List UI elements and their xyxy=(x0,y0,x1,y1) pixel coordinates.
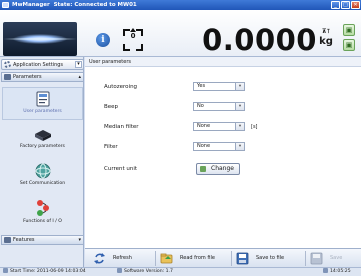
filter-select[interactable]: None ▾ xyxy=(193,142,245,151)
median-filter-value: None xyxy=(197,123,211,129)
sidebar-item-label: Set Communication xyxy=(19,181,66,186)
current-unit-label: Current unit xyxy=(104,166,138,172)
chevron-down-icon: ▾ xyxy=(235,143,244,150)
chevron-down-icon: ▾ xyxy=(75,61,82,68)
factory-parameters-icon xyxy=(34,130,51,141)
median-filter-label: Median filter xyxy=(104,124,139,130)
toolbar-divider xyxy=(231,251,232,266)
filter-label: Filter xyxy=(104,144,118,150)
start-time-text: Start Time: 2011-06-09 14:03:04 xyxy=(10,269,86,274)
parameters-label: Parameters xyxy=(13,74,42,80)
sidebar: Application Settings ▾ Parameters ▴ User… xyxy=(0,57,84,267)
chevron-up-icon: ▴ xyxy=(78,74,81,80)
close-button[interactable]: ✕ xyxy=(351,1,360,9)
sidebar-item-user-parameters[interactable]: User parameters xyxy=(2,87,83,120)
minimize-button[interactable]: _ xyxy=(331,1,340,9)
status-bar: Start Time: 2011-06-09 14:03:04 Software… xyxy=(0,267,361,276)
refresh-label: Refresh xyxy=(113,255,132,261)
save-to-file-label: Save to file xyxy=(256,255,285,261)
sidebar-item-set-communication[interactable]: Set Communication xyxy=(2,161,83,193)
clock-icon xyxy=(323,268,328,273)
start-time-status: Start Time: 2011-06-09 14:03:04 xyxy=(3,268,86,276)
connection-state: State: Connected to MW01 xyxy=(53,2,137,8)
save-icon xyxy=(310,252,323,265)
parameters-icon xyxy=(4,74,11,80)
window-icon[interactable]: ▣ xyxy=(343,39,355,51)
chevron-down-icon: ▾ xyxy=(235,123,244,130)
software-version-status: Software Version: 1.7 xyxy=(117,268,173,276)
action-toolbar: Refresh Read from file Save to file Save xyxy=(85,248,361,267)
info-button[interactable]: i xyxy=(96,33,110,47)
autozeroing-value: Yes xyxy=(197,83,206,89)
maximize-button[interactable]: □ xyxy=(341,1,350,9)
autozeroing-select[interactable]: Yes ▾ xyxy=(193,82,245,91)
save-label: Save xyxy=(330,255,343,261)
application-settings-label: Application Settings xyxy=(13,62,64,68)
app-icon xyxy=(2,2,9,8)
open-folder-icon xyxy=(160,253,173,264)
breadcrumb: User parameters xyxy=(85,57,361,67)
autozeroing-label: Autozeroing xyxy=(104,84,138,90)
parameters-section-header[interactable]: Parameters ▴ xyxy=(1,72,84,82)
chevron-down-icon: ▾ xyxy=(235,103,244,110)
median-filter-select[interactable]: None ▾ xyxy=(193,122,245,131)
user-parameters-panel: User parameters Autozeroing Yes ▾ Beep N… xyxy=(85,57,361,248)
svg-text:0: 0 xyxy=(131,32,136,40)
functions-io-icon xyxy=(36,200,49,216)
refresh-icon xyxy=(94,253,105,264)
gear-icon xyxy=(4,61,11,68)
sidebar-item-factory-parameters[interactable]: Factory parameters xyxy=(2,125,83,157)
features-section-header[interactable]: Features ▾ xyxy=(1,235,84,245)
set-communication-icon xyxy=(35,163,50,179)
sidebar-item-label: Functions of I / O xyxy=(23,219,62,224)
save-to-file-button[interactable]: Save to file xyxy=(236,251,301,266)
header-side-buttons: ▣ ▣ xyxy=(343,24,357,56)
window-icon[interactable]: ▣ xyxy=(343,24,355,36)
toolbar-divider xyxy=(155,251,156,266)
read-from-file-button[interactable]: Read from file xyxy=(160,251,230,266)
title-bar: MwManager State: Connected to MW01 _ □ ✕ xyxy=(0,0,361,10)
beep-value: No xyxy=(197,103,204,109)
change-unit-button[interactable]: Change xyxy=(196,163,240,175)
features-label: Features xyxy=(13,237,35,243)
read-from-file-label: Read from file xyxy=(180,255,215,261)
features-icon xyxy=(4,237,11,243)
unit-range-indicator: ⊼⊺ xyxy=(321,28,331,35)
chevron-down-icon: ▾ xyxy=(78,237,81,243)
clock-icon xyxy=(3,268,8,273)
info-icon xyxy=(117,268,122,273)
unit-display: ⊼⊺ kg xyxy=(318,24,334,52)
software-version-text: Software Version: 1.7 xyxy=(124,269,173,274)
application-settings-dropdown[interactable]: Application Settings ▾ xyxy=(1,59,84,70)
zero-indicator-icon: 0 xyxy=(123,28,143,51)
toolbar-divider xyxy=(305,251,306,266)
clock-text: 14:05:25 xyxy=(330,269,351,274)
beep-label: Beep xyxy=(104,104,119,110)
filter-value: None xyxy=(197,143,211,149)
sidebar-item-label: Factory parameters xyxy=(20,144,65,149)
weight-header: i 0 0.0000 ⊼⊺ kg ▣ ▣ xyxy=(0,10,361,57)
app-name: MwManager xyxy=(12,2,50,8)
median-filter-unit: [s] xyxy=(251,124,258,130)
save-button[interactable]: Save xyxy=(310,251,358,266)
change-button-label: Change xyxy=(211,165,234,172)
save-file-icon xyxy=(236,252,249,265)
user-parameters-icon xyxy=(36,91,49,107)
clock-status: 14:05:25 xyxy=(323,268,351,276)
sidebar-item-functions-io[interactable]: Functions of I / O xyxy=(2,197,83,231)
change-icon xyxy=(200,166,206,172)
window-controls: _ □ ✕ xyxy=(331,1,360,9)
chevron-down-icon: ▾ xyxy=(235,83,244,90)
weight-value: 0.0000 xyxy=(202,23,317,57)
unit-label: kg xyxy=(319,36,333,47)
refresh-button[interactable]: Refresh xyxy=(93,251,153,266)
brand-logo xyxy=(3,22,77,56)
beep-select[interactable]: No ▾ xyxy=(193,102,245,111)
sidebar-item-label: User parameters xyxy=(23,109,62,114)
